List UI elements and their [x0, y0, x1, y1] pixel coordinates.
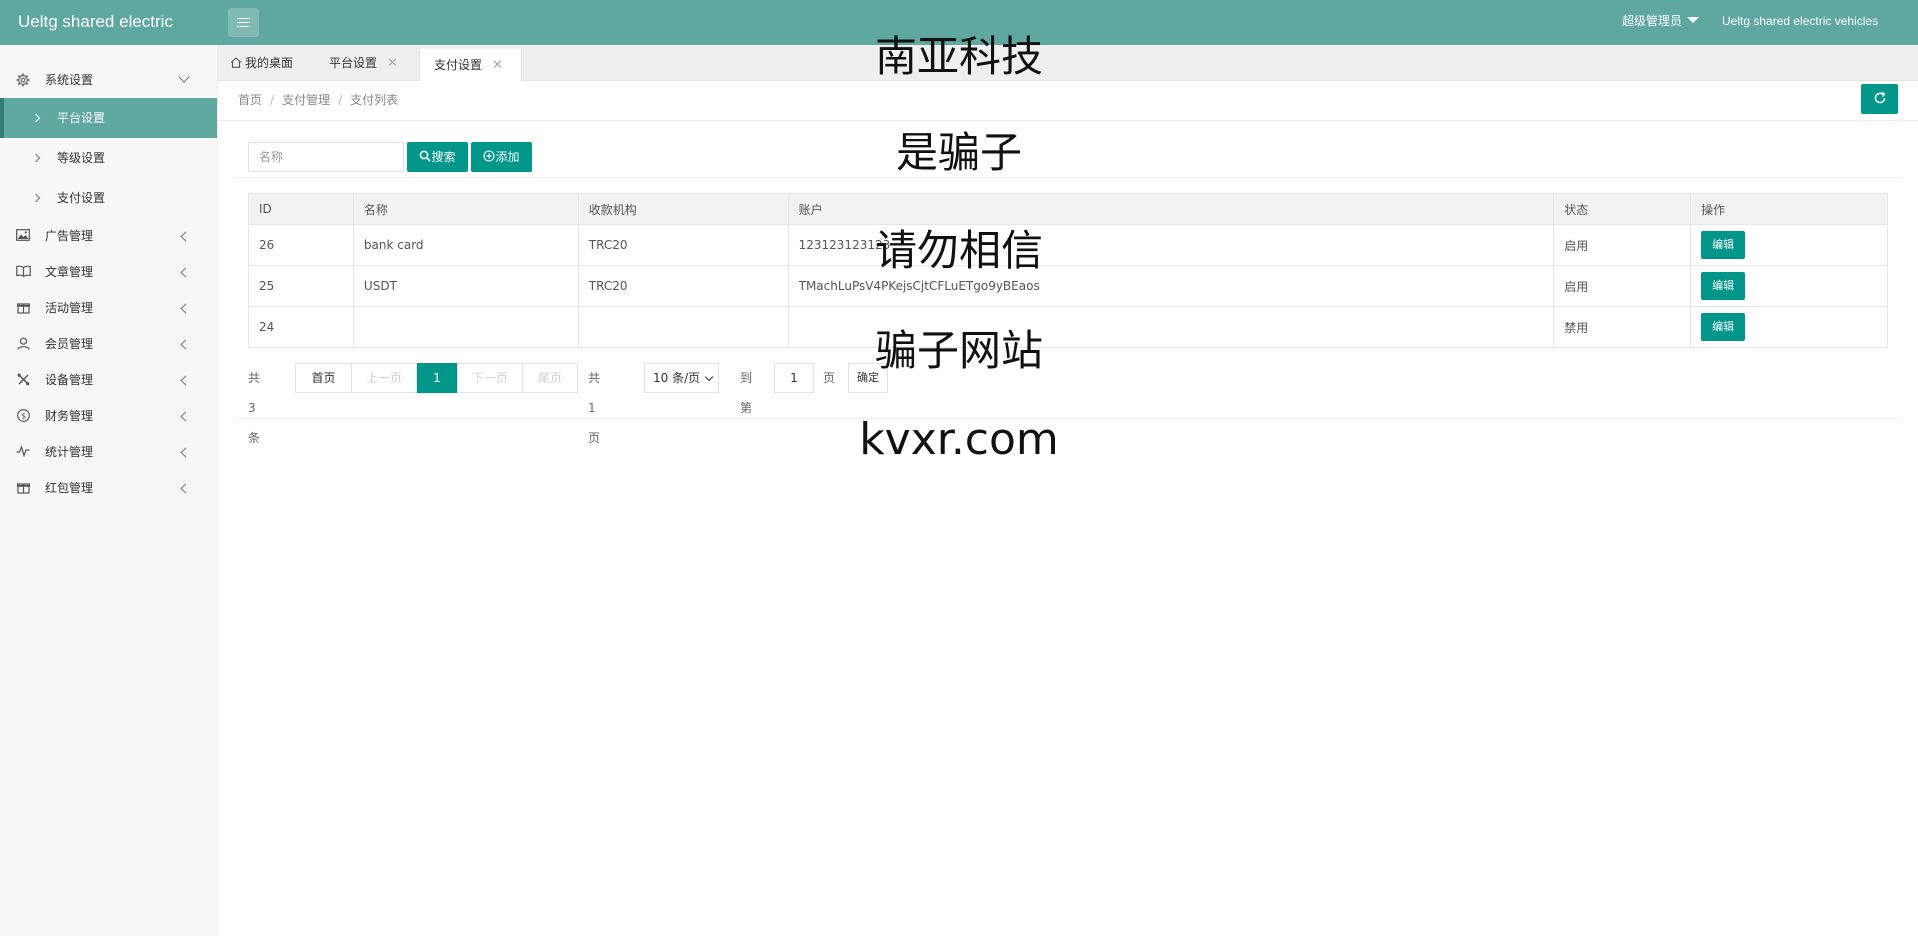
watermark-text: 骗子网站 — [874, 326, 1043, 375]
admin-user-label: 超级管理员 — [1622, 14, 1683, 28]
watermark-text: kvxr.com — [859, 414, 1059, 465]
breadcrumb-payment-list: 支付列表 — [350, 93, 399, 107]
column-header-name: 名称 — [352, 193, 579, 225]
sidebar-item-label: 活动管理 — [45, 301, 94, 315]
refresh-icon — [1873, 91, 1887, 108]
watermark-text: 是骗子 — [895, 128, 1022, 177]
column-header-action: 操作 — [1690, 193, 1888, 225]
caret-down-icon — [1687, 17, 1700, 23]
column-header-id: ID — [248, 193, 354, 225]
gift-icon — [16, 301, 30, 315]
chevron-left-icon — [180, 303, 191, 314]
sidebar-subitem-payment[interactable]: 支付设置 — [0, 178, 217, 218]
gift-icon — [16, 481, 30, 495]
breadcrumb-separator: / — [270, 93, 275, 107]
watermark-text: 南亚科技 — [874, 32, 1043, 81]
breadcrumb-home[interactable]: 首页 — [238, 93, 262, 107]
hamburger-icon — [237, 18, 250, 27]
column-header-org: 收款机构 — [577, 193, 789, 225]
sidebar-subitem-label: 平台设置 — [57, 111, 106, 125]
breadcrumb-payment-management[interactable]: 支付管理 — [282, 93, 330, 107]
table-header-row: ID 名称 收款机构 账户 状态 操作 — [248, 193, 1888, 225]
refresh-button[interactable] — [1861, 84, 1898, 114]
chevron-left-icon — [180, 375, 191, 386]
edit-button[interactable]: 编辑 — [1701, 272, 1746, 300]
chevron-right-icon — [31, 113, 41, 123]
sidebar-item-activities[interactable]: 活动管理 — [0, 290, 217, 326]
breadcrumb-separator: / — [338, 93, 343, 107]
breadcrumb: 首页 / 支付管理 / 支付列表 — [238, 82, 398, 118]
chevron-right-icon — [31, 193, 41, 203]
sidebar-subitem-label: 支付设置 — [57, 191, 106, 205]
sidebar: 系统设置 平台设置 等级设置 支付设置 广告管理 文章管理 活动管理 会员管理 … — [0, 45, 218, 936]
column-header-account: 账户 — [787, 193, 1555, 225]
sidebar-item-redpacket[interactable]: 红包管理 — [0, 470, 217, 506]
watermark-text: 请勿相信 — [874, 226, 1043, 275]
breadcrumb-bar: 首页 / 支付管理 / 支付列表 — [218, 82, 1918, 121]
sidebar-item-label: 红包管理 — [45, 481, 94, 495]
column-header-status: 状态 — [1553, 193, 1692, 225]
chevron-left-icon — [180, 483, 191, 494]
